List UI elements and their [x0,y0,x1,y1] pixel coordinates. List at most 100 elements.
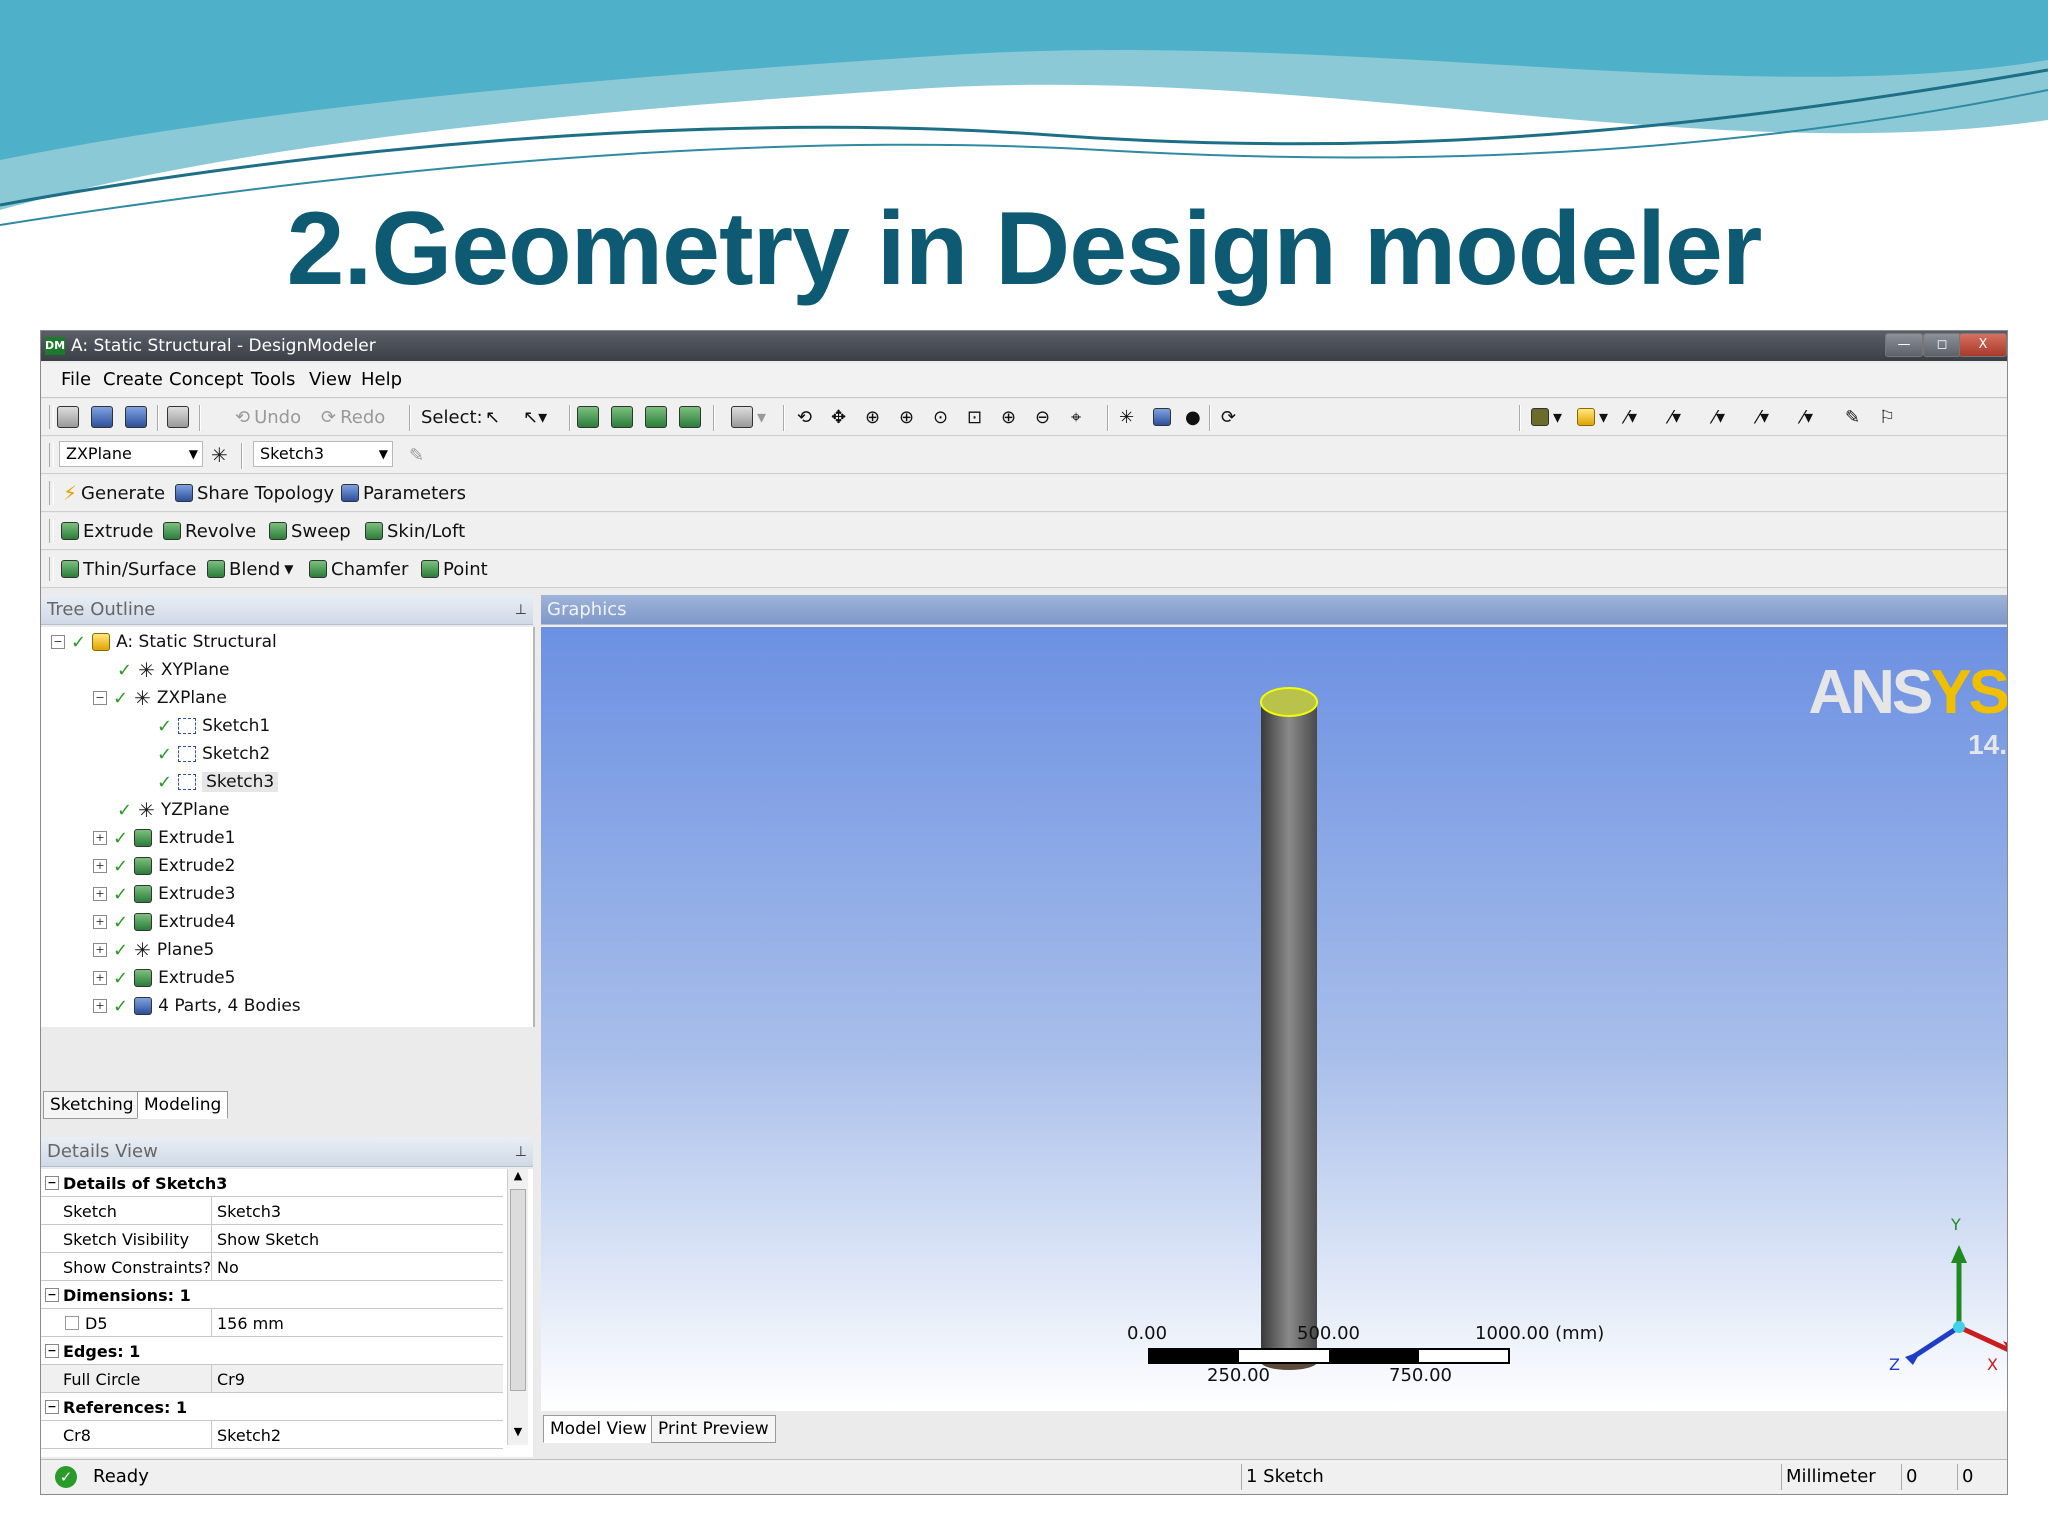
expand-icon[interactable]: + [93,943,107,957]
zoom-icon[interactable]: ⊕ [865,403,880,431]
tree-item-extrude2[interactable]: + ✓ Extrude2 [93,853,235,879]
color-display-icon[interactable]: ▾ [1531,403,1562,431]
minimize-button[interactable]: — [1885,333,1923,357]
tree-item-extrude1[interactable]: + ✓ Extrude1 [93,825,235,851]
collapse-icon[interactable]: − [51,635,65,649]
tab-sketching[interactable]: Sketching [43,1091,141,1119]
select-edges-icon[interactable] [611,403,633,431]
zoom-fit-icon[interactable]: ⊙ [933,403,948,431]
line-style-3-icon[interactable]: ⁄▾ [1713,403,1725,431]
menu-concept[interactable]: Concept [169,369,243,390]
tree-item-root[interactable]: − ✓ A: Static Structural [51,629,277,655]
scroll-up-icon[interactable]: ▲ [510,1169,526,1187]
generate-button[interactable]: ⚡ Generate [63,479,165,507]
new-icon[interactable] [57,403,79,431]
tree-item-extrude5[interactable]: + ✓ Extrude5 [93,965,235,991]
collapse-icon[interactable]: − [45,1400,59,1414]
expand-icon[interactable]: + [93,887,107,901]
tree-item-sketch3[interactable]: ✓ Sketch3 [157,769,279,795]
details-row[interactable]: Sketch Visibility Show Sketch [41,1225,503,1253]
save-icon[interactable] [91,403,113,431]
tree-item-parts-bodies[interactable]: + ✓ 4 Parts, 4 Bodies [93,993,301,1019]
menu-file[interactable]: File [61,369,91,390]
pin-icon[interactable]: ⊥ [515,1137,527,1167]
expand-icon[interactable]: + [93,915,107,929]
expand-icon[interactable]: + [93,971,107,985]
collapse-icon[interactable]: − [93,691,107,705]
select-filter-icon[interactable]: ↖▾ [523,403,547,431]
tree-item-yzplane[interactable]: ✓ ✳ YZPlane [117,797,230,823]
extend-selection-icon[interactable]: ▾ [731,403,766,431]
look-at-icon[interactable]: ⟳ [1221,403,1236,431]
maximize-button[interactable]: ◻ [1923,333,1961,357]
display-point-icon[interactable]: ● [1185,403,1201,431]
triad-icon[interactable]: ✳ [1119,403,1134,431]
tree-item-sketch2[interactable]: ✓ Sketch2 [157,741,270,767]
menu-create[interactable]: Create [103,369,163,390]
details-row[interactable]: Show Constraints? No [41,1253,503,1281]
zoom-out-icon[interactable]: ⊖ [1035,403,1050,431]
tree-item-sketch1[interactable]: ✓ Sketch1 [157,713,270,739]
line-style-5-icon[interactable]: ⁄▾ [1801,403,1813,431]
pin-icon[interactable]: ✎ [1845,403,1860,431]
sketch-select[interactable]: Sketch3 ▼ [253,441,393,467]
details-scrollbar[interactable]: ▲ ▼ [507,1169,528,1445]
expand-icon[interactable]: + [93,831,107,845]
chamfer-button[interactable]: Chamfer [309,555,408,583]
share-topology-button[interactable]: Share Topology [175,479,334,507]
flag-icon[interactable]: ⚐ [1879,403,1895,431]
pan-icon[interactable]: ✥ [831,403,846,431]
pin-icon[interactable]: ⊥ [515,595,527,625]
collapse-icon[interactable]: − [45,1176,59,1190]
tab-model-view[interactable]: Model View [543,1415,654,1443]
details-row[interactable]: Full Circle Cr9 [41,1365,503,1393]
box-zoom-icon[interactable]: ⊕ [899,403,914,431]
details-group[interactable]: − Edges: 1 [41,1337,503,1365]
status-units[interactable]: Millimeter [1781,1464,1896,1490]
point-button[interactable]: Point [421,555,488,583]
zoom-in-icon[interactable]: ⊕ [1001,403,1016,431]
parameters-button[interactable]: Parameters [341,479,466,507]
redo-button[interactable]: ⟳ Redo [321,403,385,431]
tab-print-preview[interactable]: Print Preview [651,1415,776,1443]
expand-icon[interactable]: + [93,999,107,1013]
new-plane-icon[interactable]: ✳ [211,441,228,469]
graphics-viewport[interactable]: ANSYS 14. 0.00 500.00 1000.00 (mm) 250.0… [541,627,2007,1411]
collapse-icon[interactable]: − [45,1288,59,1302]
collapse-icon[interactable]: − [45,1344,59,1358]
tree-item-zxplane[interactable]: − ✓ ✳ ZXPlane [93,685,227,711]
tree-item-plane5[interactable]: + ✓ ✳ Plane5 [93,937,214,963]
close-button[interactable]: X [1959,333,2007,357]
tree-item-extrude4[interactable]: + ✓ Extrude4 [93,909,235,935]
details-row[interactable]: D5 156 mm [41,1309,503,1337]
isometric-view-icon[interactable]: ⌖ [1071,403,1081,431]
select-mode-icon[interactable]: ↖ [485,403,500,431]
details-row[interactable]: Cr8 Sketch2 [41,1421,503,1449]
line-style-4-icon[interactable]: ⁄▾ [1757,403,1769,431]
expand-icon[interactable]: + [93,859,107,873]
skin-loft-button[interactable]: Skin/Loft [365,517,465,545]
plane-select[interactable]: ZXPlane ▼ [59,441,203,467]
menu-tools[interactable]: Tools [251,369,295,390]
magnifier-icon[interactable]: ⊡ [967,403,982,431]
tree-item-extrude3[interactable]: + ✓ Extrude3 [93,881,235,907]
menu-view[interactable]: View [309,369,352,390]
select-faces-icon[interactable] [645,403,667,431]
scroll-thumb[interactable] [510,1189,526,1391]
menu-help[interactable]: Help [361,369,402,390]
undo-button[interactable]: ⟲ Undo [235,403,301,431]
select-bodies-icon[interactable] [679,403,701,431]
parameter-checkbox[interactable] [65,1316,79,1330]
new-sketch-icon[interactable]: ✎ [409,441,424,469]
sweep-button[interactable]: Sweep [269,517,351,545]
tab-modeling[interactable]: Modeling [137,1091,229,1119]
frame-display-icon[interactable]: ▾ [1577,403,1608,431]
scroll-down-icon[interactable]: ▼ [510,1425,526,1443]
line-style-1-icon[interactable]: ⁄▾ [1625,403,1637,431]
details-row[interactable]: Sketch Sketch3 [41,1197,503,1225]
line-style-2-icon[interactable]: ⁄▾ [1669,403,1681,431]
details-group[interactable]: − References: 1 [41,1393,503,1421]
display-model-icon[interactable] [1153,403,1171,431]
tree-item-xyplane[interactable]: ✓ ✳ XYPlane [117,657,230,683]
save-as-icon[interactable] [125,403,147,431]
